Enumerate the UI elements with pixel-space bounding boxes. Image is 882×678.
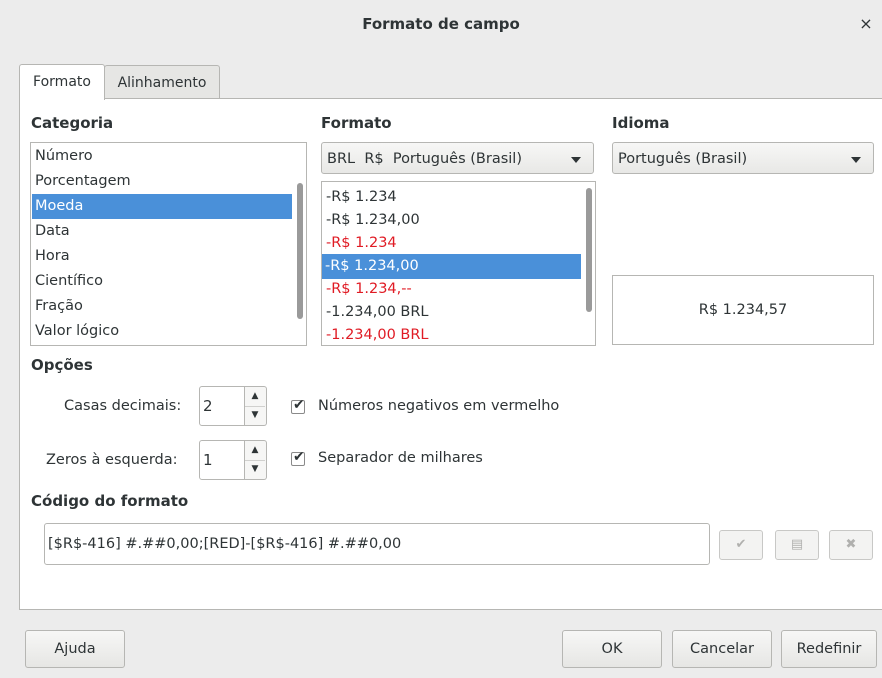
tab-formato[interactable]: Formato bbox=[19, 64, 105, 100]
idioma-header: Idioma bbox=[612, 114, 670, 132]
list-item[interactable]: Fração bbox=[32, 294, 292, 319]
comment-icon: ▤ bbox=[790, 537, 804, 552]
zeros-label: Zeros à esquerda: bbox=[46, 452, 178, 468]
edit-comment-button[interactable]: ▤ bbox=[775, 530, 819, 560]
format-preview: R$ 1.234,57 bbox=[612, 275, 874, 345]
cancel-button[interactable]: Cancelar bbox=[672, 630, 772, 668]
list-item[interactable]: -R$ 1.234,00 bbox=[323, 208, 581, 233]
dialog-title: Formato de campo bbox=[362, 15, 520, 33]
idioma-combo[interactable]: Português (Brasil) bbox=[612, 142, 874, 174]
categoria-list[interactable]: Número Porcentagem Moeda Data Hora Cient… bbox=[30, 142, 307, 346]
arrow-up-icon[interactable]: ▲ bbox=[245, 387, 265, 407]
casas-decimais-input[interactable]: 2 bbox=[199, 386, 245, 426]
formato-header: Formato bbox=[321, 114, 392, 132]
confirm-code-button[interactable]: ✔ bbox=[719, 530, 763, 560]
opcoes-header: Opções bbox=[31, 356, 93, 374]
zeros-stepper[interactable]: ▲ ▼ bbox=[245, 440, 267, 480]
codigo-header: Código do formato bbox=[31, 492, 189, 510]
currency-combo-value: BRL R$ Português (Brasil) bbox=[327, 151, 522, 167]
reset-button[interactable]: Redefinir bbox=[781, 630, 877, 668]
format-cells-dialog: Formato de campo × Formato Alinhamento C… bbox=[0, 0, 882, 678]
arrow-up-icon[interactable]: ▲ bbox=[245, 441, 265, 461]
currency-combo[interactable]: BRL R$ Português (Brasil) bbox=[321, 142, 594, 174]
list-item[interactable]: Data bbox=[32, 219, 292, 244]
zeros-input[interactable]: 1 bbox=[199, 440, 245, 480]
ok-button[interactable]: OK bbox=[562, 630, 662, 668]
casas-decimais-label: Casas decimais: bbox=[64, 398, 182, 414]
help-button[interactable]: Ajuda bbox=[25, 630, 125, 668]
chevron-down-icon bbox=[851, 157, 861, 163]
formato-list[interactable]: -R$ 1.234 -R$ 1.234,00 -R$ 1.234 -R$ 1.2… bbox=[321, 181, 596, 346]
list-item[interactable]: Porcentagem bbox=[32, 169, 292, 194]
title-bar: Formato de campo × bbox=[0, 0, 882, 52]
tab-alinhamento[interactable]: Alinhamento bbox=[104, 65, 220, 100]
list-item[interactable]: -R$ 1.234 bbox=[323, 185, 581, 210]
list-item[interactable]: Hora bbox=[32, 244, 292, 269]
check-icon: ✔ bbox=[293, 449, 305, 465]
chevron-down-icon bbox=[571, 157, 581, 163]
negativos-checkbox[interactable]: ✔ bbox=[291, 397, 305, 414]
separador-checkbox[interactable]: ✔ bbox=[291, 449, 305, 466]
check-icon: ✔ bbox=[735, 537, 747, 552]
list-item[interactable]: -R$ 1.234,-- bbox=[323, 277, 581, 302]
categoria-scrollbar[interactable] bbox=[297, 183, 303, 319]
list-item-selected[interactable]: -R$ 1.234,00 bbox=[322, 254, 581, 279]
list-item[interactable]: -R$ 1.234 bbox=[323, 231, 581, 256]
categoria-header: Categoria bbox=[31, 114, 114, 132]
list-item[interactable]: -1.234,00 BRL bbox=[323, 300, 581, 325]
check-icon: ✔ bbox=[293, 397, 305, 413]
arrow-down-icon[interactable]: ▼ bbox=[245, 406, 265, 425]
separador-label: Separador de milhares bbox=[318, 450, 483, 466]
negativos-label: Números negativos em vermelho bbox=[318, 398, 560, 414]
delete-code-button[interactable]: ✖ bbox=[829, 530, 873, 560]
casas-decimais-stepper[interactable]: ▲ ▼ bbox=[245, 386, 267, 426]
list-item[interactable]: -1.234,00 BRL bbox=[323, 323, 581, 345]
arrow-down-icon[interactable]: ▼ bbox=[245, 460, 265, 479]
list-item[interactable]: Número bbox=[32, 144, 292, 169]
list-item-selected[interactable]: Moeda bbox=[32, 194, 292, 219]
list-item[interactable]: Científico bbox=[32, 269, 292, 294]
format-code-input[interactable]: [$R$-416] #.##0,00;[RED]-[$R$-416] #.##0… bbox=[44, 523, 710, 565]
close-icon[interactable]: × bbox=[856, 14, 876, 34]
delete-icon: ✖ bbox=[845, 537, 857, 552]
list-item[interactable]: Valor lógico bbox=[32, 319, 292, 344]
idioma-combo-value: Português (Brasil) bbox=[618, 151, 748, 167]
formato-scrollbar[interactable] bbox=[586, 188, 592, 312]
